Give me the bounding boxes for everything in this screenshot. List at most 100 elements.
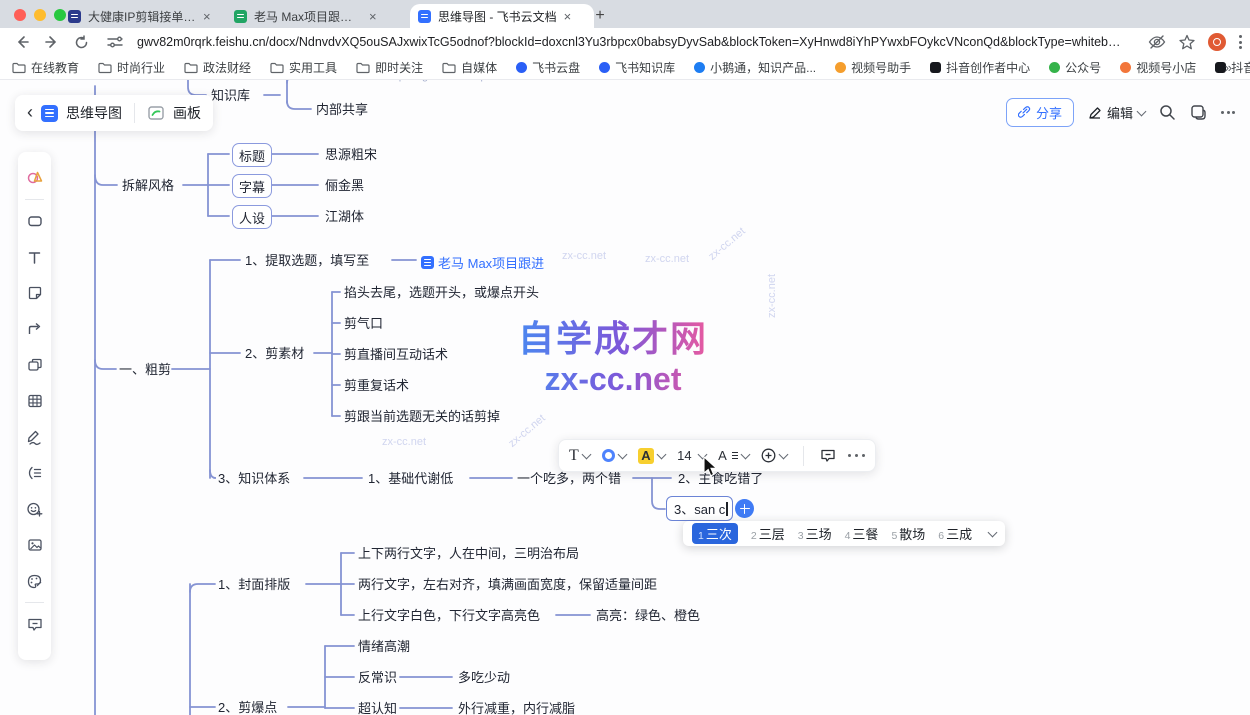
pages-button[interactable] bbox=[1190, 104, 1207, 121]
mindmap-node[interactable]: 一、粗剪 bbox=[119, 362, 171, 377]
tab-close-button[interactable]: × bbox=[369, 10, 377, 23]
comment-button[interactable] bbox=[820, 448, 836, 463]
text-tool[interactable] bbox=[18, 239, 51, 275]
font-family-button[interactable]: A bbox=[718, 448, 749, 463]
mindmap-node[interactable]: 外行减重，内行减脂 bbox=[458, 701, 575, 715]
mindmap-node[interactable]: 高亮：绿色、橙色 bbox=[596, 608, 700, 623]
mindmap-node-boxed[interactable]: 标题 bbox=[232, 143, 272, 167]
new-tab-button[interactable]: + bbox=[588, 4, 612, 28]
text-style-button[interactable]: T bbox=[569, 447, 590, 465]
mindmap-node-boxed[interactable]: 人设 bbox=[232, 205, 272, 229]
mindmap-node[interactable]: 剪直播间互动话术 bbox=[344, 347, 448, 362]
ime-candidate[interactable]: 2三层 bbox=[751, 524, 785, 543]
mindmap-node[interactable]: 剪气口 bbox=[344, 316, 383, 331]
mindmap-node[interactable]: 掐头去尾，选题开头，或爆点开头 bbox=[344, 285, 539, 300]
bookmark-folder[interactable]: 在线教育 bbox=[12, 59, 79, 76]
share-button[interactable]: 分享 bbox=[1006, 98, 1074, 127]
ime-candidate[interactable]: 4三餐 bbox=[845, 524, 879, 543]
mindmap-node[interactable]: 内部共享 bbox=[316, 102, 368, 117]
mindmap-node[interactable]: 上行文字白色，下行文字高亮色 bbox=[358, 608, 540, 623]
url-field[interactable]: gwv82m0rqrk.feishu.cn/docx/NdnvdvXQ5ouSA… bbox=[137, 35, 1127, 49]
bookmark-folder[interactable]: 时尚行业 bbox=[98, 59, 165, 76]
mindmap-node[interactable]: 剪重复话术 bbox=[344, 378, 409, 393]
mindmap-node[interactable]: 2、剪爆点 bbox=[218, 700, 277, 715]
edit-mode-button[interactable]: 编辑 bbox=[1088, 103, 1145, 122]
reload-button[interactable] bbox=[74, 35, 89, 50]
board-tab-label[interactable]: 画板 bbox=[173, 103, 201, 123]
mindmap-node[interactable]: 知识库 bbox=[211, 88, 250, 103]
back-nav-button[interactable] bbox=[14, 34, 30, 50]
bookmark-folder[interactable]: 即时关注 bbox=[356, 59, 423, 76]
bookmarks-overflow-button[interactable]: » bbox=[1225, 60, 1232, 75]
bookmark-link[interactable]: 小鹅通，知识产品... bbox=[694, 59, 816, 76]
mindmap-node[interactable]: 上下两行文字，人在中间，三明治布局 bbox=[358, 546, 579, 561]
ime-expand-chevron-icon[interactable] bbox=[988, 527, 998, 537]
tab-close-button[interactable]: × bbox=[564, 10, 572, 23]
shape-tool[interactable] bbox=[18, 203, 51, 239]
bookmark-folder[interactable]: 自媒体 bbox=[442, 59, 497, 76]
emoji-tool[interactable] bbox=[18, 491, 51, 527]
mindmap-doc-link[interactable]: 老马 Max项目跟进 bbox=[421, 253, 544, 272]
forward-nav-button[interactable] bbox=[44, 34, 60, 50]
connector-tool[interactable] bbox=[18, 311, 51, 347]
mindmap-node[interactable]: 2、主食吃错了 bbox=[678, 471, 763, 486]
frame-tool[interactable] bbox=[18, 347, 51, 383]
draw-tool[interactable] bbox=[18, 419, 51, 455]
profile-avatar[interactable] bbox=[1208, 33, 1226, 51]
insert-button[interactable] bbox=[761, 448, 787, 463]
mindmap-node[interactable]: 超认知 bbox=[358, 701, 397, 715]
mindmap-node[interactable]: 剪跟当前选题无关的话剪掉 bbox=[344, 409, 500, 424]
mindmap-node[interactable]: 一个吃多，两个错 bbox=[517, 471, 621, 486]
browser-tab[interactable]: 大健康IP剪辑接单全流程 - 飞... × bbox=[60, 4, 226, 28]
bookmark-folder[interactable]: 实用工具 bbox=[270, 59, 337, 76]
mindmap-node[interactable]: 江湖体 bbox=[325, 209, 364, 224]
bookmark-star-icon[interactable] bbox=[1179, 34, 1195, 50]
mindmap-node[interactable]: 两行文字，左右对齐，填满画面宽度，保留适量间距 bbox=[358, 577, 657, 592]
mindmap-node[interactable]: 1、基础代谢低 bbox=[368, 471, 453, 486]
comment-tool[interactable] bbox=[18, 606, 51, 642]
ime-candidate[interactable]: 6三成 bbox=[938, 524, 972, 543]
mindmap-node[interactable]: 2、剪素材 bbox=[245, 346, 304, 361]
bookmark-link[interactable]: 抖音创作者中心 bbox=[930, 59, 1030, 76]
text-color-button[interactable]: A bbox=[638, 448, 665, 464]
ime-candidate[interactable]: 3三场 bbox=[798, 524, 832, 543]
mindmap-node[interactable]: 3、知识体系 bbox=[218, 471, 290, 486]
bookmark-link[interactable]: 视频号助手 bbox=[835, 59, 911, 76]
shapes-library-tool[interactable] bbox=[18, 160, 51, 196]
tab-close-button[interactable]: × bbox=[203, 10, 211, 23]
image-tool[interactable] bbox=[18, 527, 51, 563]
search-button[interactable] bbox=[1159, 104, 1176, 121]
theme-tool[interactable] bbox=[18, 563, 51, 599]
doc-title[interactable]: 思维导图 bbox=[66, 103, 122, 123]
browser-tab[interactable]: 老马 Max项目跟进 - 飞书云文... × bbox=[226, 4, 392, 28]
browser-menu-button[interactable] bbox=[1239, 35, 1242, 49]
mindmap-node[interactable]: 反常识 bbox=[358, 670, 397, 685]
more-actions-button[interactable] bbox=[1221, 111, 1235, 114]
mindmap-node[interactable]: 俪金黑 bbox=[325, 178, 364, 193]
bookmark-link[interactable]: 抖音规则中心 bbox=[1215, 59, 1250, 76]
add-node-button[interactable] bbox=[735, 499, 754, 518]
mindmap-tool[interactable] bbox=[18, 455, 51, 491]
window-minimize-button[interactable] bbox=[34, 9, 46, 21]
mindmap-node-boxed[interactable]: 字幕 bbox=[232, 174, 272, 198]
mindmap-node[interactable]: 1、封面排版 bbox=[218, 577, 290, 592]
browser-tab-active[interactable]: 思维导图 - 飞书云文档 × bbox=[410, 4, 594, 28]
table-tool[interactable] bbox=[18, 383, 51, 419]
mindmap-node[interactable]: 情绪高潮 bbox=[358, 639, 410, 654]
mindmap-node[interactable]: 多吃少动 bbox=[458, 670, 510, 685]
sticky-note-tool[interactable] bbox=[18, 275, 51, 311]
bookmark-link[interactable]: 飞书云盘 bbox=[516, 59, 580, 76]
mindmap-node[interactable]: 思源粗宋 bbox=[325, 147, 377, 162]
mindmap-node-editing[interactable]: 3、san c bbox=[666, 496, 733, 521]
bookmark-link[interactable]: 公众号 bbox=[1049, 59, 1101, 76]
mindmap-node[interactable]: 1、提取选题，填写至 bbox=[245, 253, 369, 268]
ime-candidate[interactable]: 5散场 bbox=[891, 524, 925, 543]
bookmark-link[interactable]: 飞书知识库 bbox=[599, 59, 675, 76]
mindmap-node[interactable]: 拆解风格 bbox=[122, 178, 174, 193]
ime-candidate[interactable]: 1三次 bbox=[692, 523, 738, 544]
window-close-button[interactable] bbox=[14, 9, 26, 21]
shape-style-button[interactable] bbox=[602, 449, 626, 462]
more-options-button[interactable] bbox=[848, 454, 865, 457]
bookmark-folder[interactable]: 政法财经 bbox=[184, 59, 251, 76]
back-button[interactable]: ‹ bbox=[27, 103, 33, 121]
